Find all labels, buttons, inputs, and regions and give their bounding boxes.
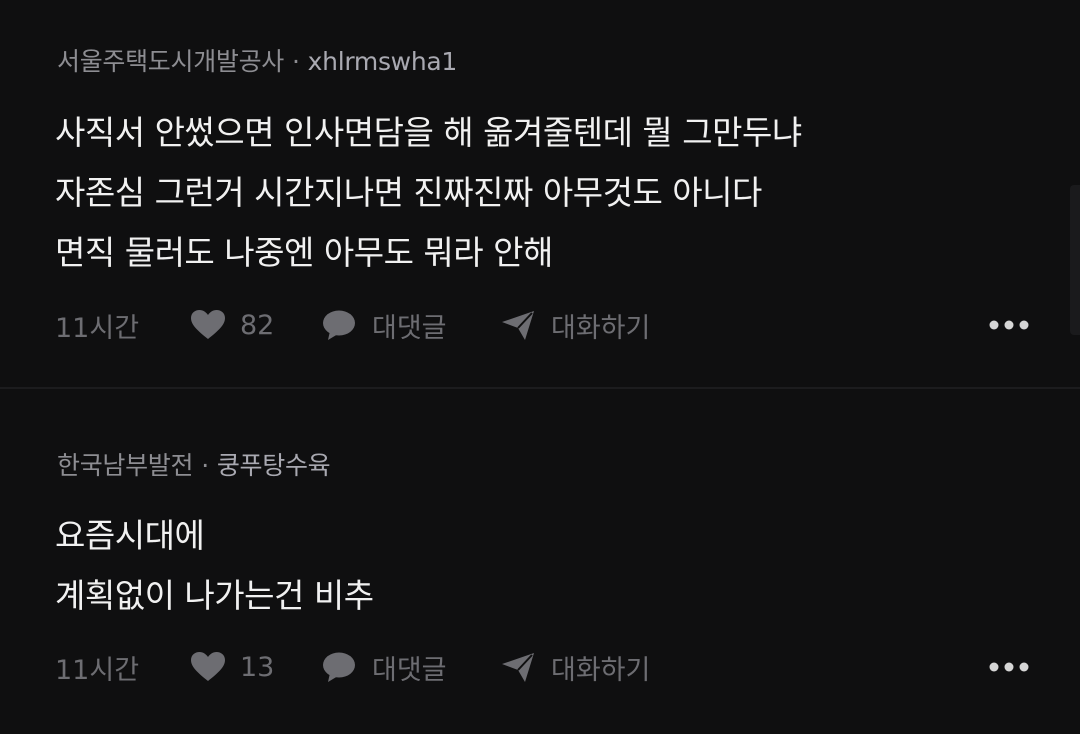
comment-author-meta[interactable]: 서울주택도시개발공사 · xhlrmswha1 xyxy=(57,42,457,78)
comment-text-line: 계획없이 나가는건 비추 xyxy=(55,576,374,615)
like-button[interactable]: 82 xyxy=(190,305,274,345)
author-company: 서울주택도시개발공사 xyxy=(57,47,285,76)
comment-actions: 11시간 13 대댓글 대화하기 xyxy=(0,647,1080,687)
more-dots-icon xyxy=(988,319,1030,331)
comment-text-line: 자존심 그런거 시간지나면 진짜진짜 아무것도 아니다 xyxy=(55,173,762,212)
comment-text-line: 면직 물러도 나중엔 아무도 뭐라 안해 xyxy=(55,233,553,272)
reply-label: 대댓글 xyxy=(372,312,447,344)
reply-label: 대댓글 xyxy=(372,654,447,686)
comment-text-line: 사직서 안썼으면 인사면담을 해 옮겨줄텐데 뭘 그만두냐 xyxy=(55,113,802,152)
chat-label: 대화하기 xyxy=(551,312,651,344)
paper-plane-icon xyxy=(501,309,535,341)
comment-time: 11시간 xyxy=(55,654,140,686)
heart-icon xyxy=(190,309,226,341)
more-dots-icon xyxy=(988,661,1030,673)
speech-bubble-icon xyxy=(322,309,356,341)
reply-button[interactable]: 대댓글 xyxy=(322,647,447,687)
like-count: 13 xyxy=(240,651,275,683)
speech-bubble-icon xyxy=(322,651,356,683)
comment-author-meta[interactable]: 한국남부발전 · 쿵푸탕수육 xyxy=(57,446,331,482)
chat-button[interactable]: 대화하기 xyxy=(501,647,650,687)
comment-item: 한국남부발전 · 쿵푸탕수육 요즘시대에 계획없이 나가는건 비추 11시간 13 … xyxy=(0,389,1080,734)
like-count: 82 xyxy=(240,309,275,341)
comment-time: 11시간 xyxy=(55,312,140,344)
author-nickname: 쿵푸탕수육 xyxy=(216,451,331,480)
heart-icon xyxy=(190,651,226,683)
author-nickname: xhlrmswha1 xyxy=(307,47,458,76)
author-company: 한국남부발전 xyxy=(57,451,194,480)
more-options-button[interactable] xyxy=(988,305,1030,345)
meta-separator: · xyxy=(201,451,209,480)
reply-button[interactable]: 대댓글 xyxy=(322,305,447,345)
more-options-button[interactable] xyxy=(988,647,1030,687)
comment-actions: 11시간 82 대댓글 대화하기 xyxy=(0,305,1080,345)
like-button[interactable]: 13 xyxy=(190,647,274,687)
comment-text-line: 요즘시대에 xyxy=(55,516,205,555)
paper-plane-icon xyxy=(501,651,535,683)
comment-item: 서울주택도시개발공사 · xhlrmswha1 사직서 안썼으면 인사면담을 해 옮… xyxy=(0,0,1080,388)
chat-label: 대화하기 xyxy=(551,654,651,686)
chat-button[interactable]: 대화하기 xyxy=(501,305,650,345)
meta-separator: · xyxy=(292,47,300,76)
